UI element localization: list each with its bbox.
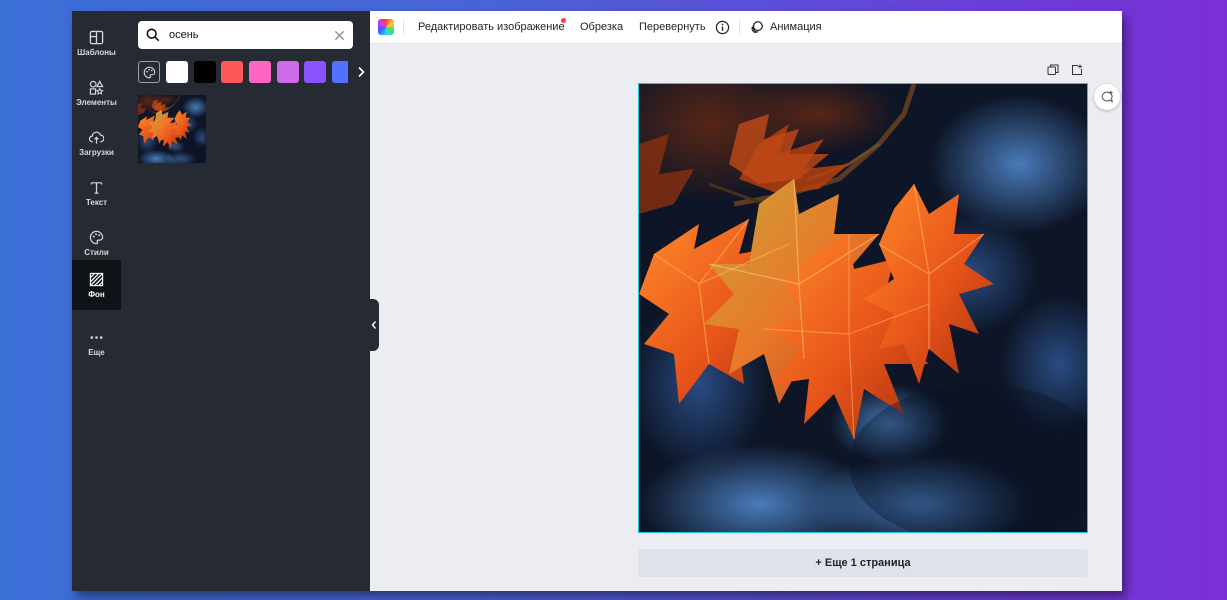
editor-window: Шаблоны Элементы Загрузки Текст Стили Фо…	[72, 11, 1122, 591]
add-page-icon-button[interactable]	[1071, 63, 1083, 81]
flip-label: Перевернуть	[639, 21, 706, 33]
close-icon[interactable]	[334, 30, 345, 41]
crop-label: Обрезка	[580, 21, 624, 33]
background-thumbnail[interactable]	[138, 95, 206, 163]
search-input[interactable]	[167, 28, 321, 42]
top-toolbar: Редактировать изображение Обрезка Переве…	[370, 11, 1122, 44]
flip-button[interactable]: Перевернуть	[639, 11, 706, 43]
side-rail: Шаблоны Элементы Загрузки Текст Стили Фо…	[72, 11, 121, 591]
rail-item-more[interactable]: Еще	[72, 318, 121, 368]
animation-icon	[751, 21, 763, 34]
background-panel	[121, 11, 370, 591]
edit-image-label: Редактировать изображение	[418, 21, 565, 33]
color-picker-button[interactable]	[378, 19, 394, 35]
info-icon	[715, 20, 730, 34]
palette-icon	[89, 230, 104, 244]
shapes-icon	[89, 79, 104, 95]
autumn-leaves-thumbnail-image	[138, 95, 206, 163]
design-canvas[interactable]	[638, 83, 1088, 533]
autumn-leaves-photo	[639, 84, 1087, 532]
duplicate-page-button[interactable]	[1047, 63, 1059, 81]
text-icon	[90, 181, 103, 194]
rail-item-label: Элементы	[76, 97, 117, 107]
animate-button[interactable]: Анимация	[750, 11, 822, 43]
hatch-pattern-icon	[89, 272, 104, 286]
notification-dot	[561, 18, 566, 23]
rail-item-elements[interactable]: Элементы	[72, 68, 121, 118]
rail-item-background[interactable]: Фон	[72, 260, 121, 310]
color-swatch[interactable]	[277, 61, 299, 83]
color-swatch[interactable]	[221, 61, 243, 83]
color-swatches	[138, 61, 365, 83]
add-page-label: + Еще 1 страница	[815, 557, 911, 569]
duplicate-icon	[1047, 64, 1059, 75]
edit-image-button[interactable]: Редактировать изображение	[418, 11, 565, 43]
add-page-button[interactable]: + Еще 1 страница	[638, 549, 1088, 577]
rail-item-label: Шаблоны	[77, 47, 116, 57]
info-button[interactable]	[715, 11, 730, 43]
color-swatch[interactable]	[249, 61, 271, 83]
rail-item-label: Еще	[88, 347, 105, 357]
color-swatch[interactable]	[166, 61, 188, 83]
color-swatch[interactable]	[304, 61, 326, 83]
color-swatch[interactable]	[194, 61, 216, 83]
rail-item-label: Загрузки	[79, 147, 114, 157]
rail-item-label: Фон	[88, 289, 105, 299]
search-box	[138, 21, 353, 49]
rail-item-text[interactable]: Текст	[72, 168, 121, 218]
chevron-left-icon	[371, 321, 377, 329]
templates-icon	[89, 30, 104, 44]
color-swatch[interactable]	[332, 61, 348, 83]
search-icon	[146, 28, 160, 42]
swatches-next-button[interactable]	[354, 61, 368, 83]
add-comment-button[interactable]	[1094, 84, 1120, 110]
animate-label: Анимация	[770, 21, 822, 33]
palette-icon	[143, 66, 155, 78]
upload-cloud-icon	[89, 131, 104, 144]
chevron-right-icon	[358, 66, 365, 78]
add-page-icon	[1072, 64, 1082, 75]
comment-add-icon	[1101, 90, 1114, 103]
more-dots-icon	[90, 335, 103, 339]
rail-item-uploads[interactable]: Загрузки	[72, 118, 121, 168]
crop-button[interactable]: Обрезка	[580, 11, 623, 43]
collapse-panel-button[interactable]	[369, 299, 379, 351]
rail-item-templates[interactable]: Шаблоны	[72, 18, 121, 68]
palette-swatch-button[interactable]	[138, 61, 160, 83]
rail-item-label: Стили	[84, 247, 109, 257]
rail-item-label: Текст	[85, 197, 108, 207]
